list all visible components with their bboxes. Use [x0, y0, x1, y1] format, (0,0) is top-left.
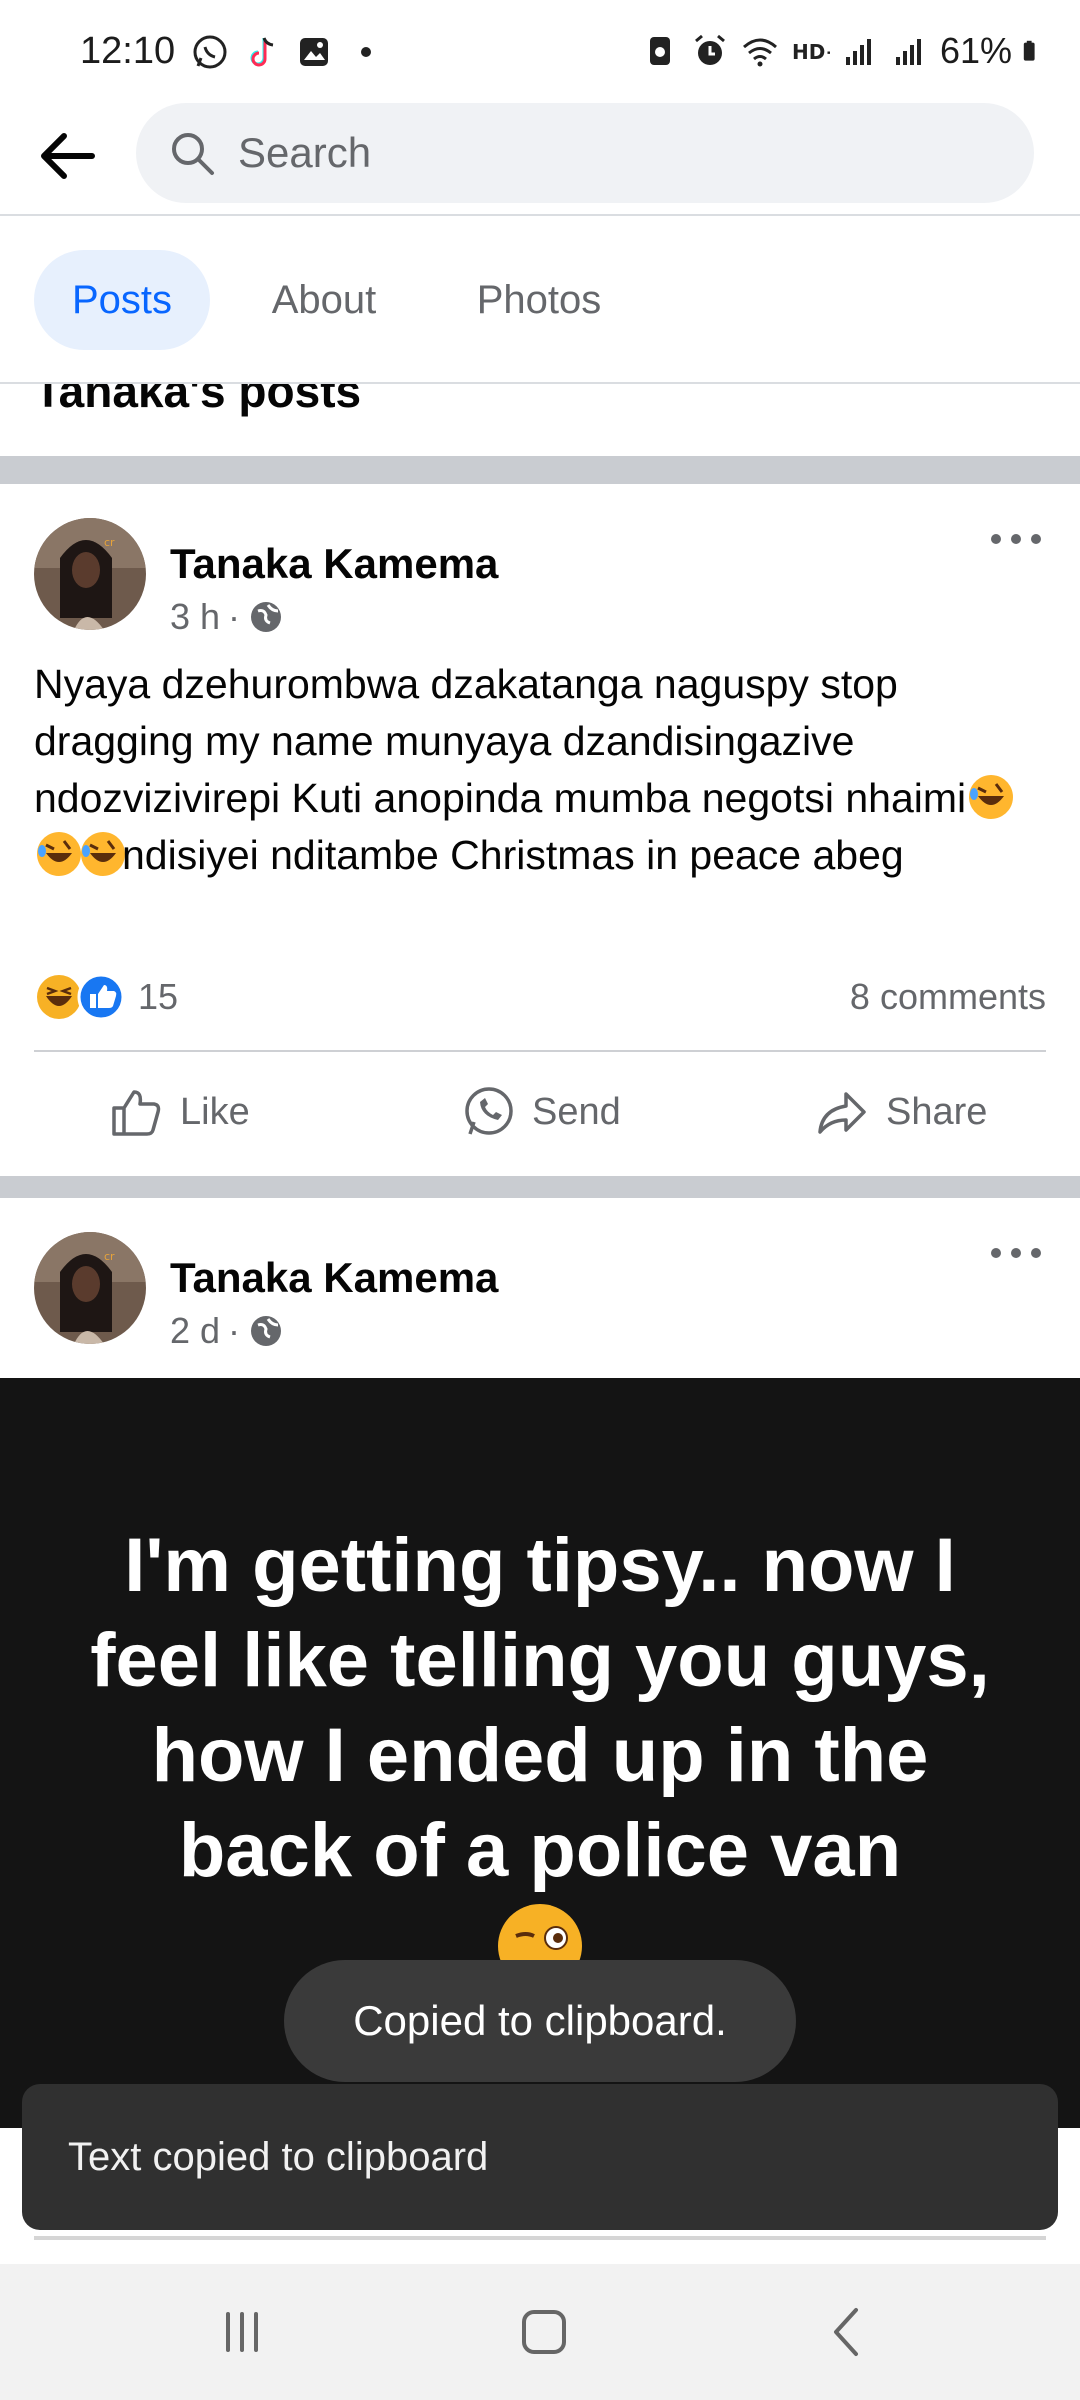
section-title-container: Tanaka's posts [0, 384, 1080, 456]
svg-text:HD+: HD+ [792, 40, 830, 64]
avatar-image: cr [34, 518, 146, 630]
svg-text:cr: cr [104, 536, 115, 549]
avatar[interactable]: cr [34, 518, 146, 630]
search-header: Search [0, 100, 1080, 216]
image-post-text: I'm getting tipsy.. now I feel like tell… [90, 1523, 990, 1893]
tab-about[interactable]: About [252, 250, 396, 350]
more-options-icon[interactable] [986, 1238, 1046, 1268]
post-author[interactable]: Tanaka Kamema [170, 540, 498, 588]
signal-2-icon [895, 39, 921, 65]
home-icon[interactable] [514, 2302, 574, 2362]
battery-percent: 61% [939, 30, 1012, 71]
post-time: 3 h [170, 596, 221, 637]
like-reaction-icon [77, 973, 125, 1021]
post-time: 2 d [170, 1310, 221, 1351]
tab-posts[interactable]: Posts [34, 250, 210, 350]
thumbs-up-icon [112, 1090, 161, 1136]
recent-apps-icon[interactable] [212, 2302, 272, 2362]
post-author[interactable]: Tanaka Kamema [170, 1254, 498, 1302]
feed-divider [0, 1176, 1080, 1198]
wifi-icon [742, 38, 777, 67]
share-label: Share [886, 1090, 988, 1133]
svg-text:cr: cr [104, 1250, 115, 1263]
whatsapp-icon [193, 35, 227, 69]
battery-saver-icon [649, 37, 670, 65]
send-label: Send [532, 1090, 621, 1133]
post-card: cr Tanaka Kamema 3 h · Nyaya dzehurombwa… [0, 484, 1080, 1176]
rofl-emoji-icon [81, 832, 125, 876]
like-label: Like [180, 1090, 250, 1133]
globe-icon [251, 602, 282, 632]
search-icon [172, 133, 214, 175]
hd-volte-icon: HD+ [792, 40, 830, 64]
post-meta: 2 d · [170, 1310, 284, 1352]
back-arrow-icon[interactable] [34, 122, 102, 190]
system-nav-bar [0, 2264, 1080, 2400]
status-time: 12:10 [80, 30, 176, 72]
rofl-emoji-icon [969, 775, 1014, 819]
search-input[interactable]: Search [136, 103, 1034, 203]
signal-icon [845, 39, 871, 65]
alarm-icon [694, 34, 725, 65]
dot-icon [361, 47, 371, 57]
share-arrow-icon [818, 1092, 866, 1134]
reaction-summary[interactable]: 15 [34, 972, 178, 1022]
snackbar-text: Text copied to clipboard [68, 2134, 489, 2179]
tab-photos[interactable]: Photos [454, 250, 624, 350]
divider [34, 1050, 1046, 1052]
divider [34, 2236, 1046, 2240]
post-text-part1: Nyaya dzehurombwa dzakatanga naguspy sto… [34, 661, 967, 821]
comments-count[interactable]: 8 comments [850, 976, 1046, 1018]
copied-toast: Copied to clipboard. [284, 1960, 796, 2082]
battery-icon [1023, 40, 1035, 61]
section-title: Tanaka's posts [34, 384, 362, 417]
snackbar: Text copied to clipboard [22, 2084, 1058, 2230]
system-status-icons: HD+ 61% [640, 30, 1046, 72]
profile-tabs: Posts About Photos [0, 218, 1080, 384]
notification-icons [190, 32, 386, 72]
rofl-emoji-icon [37, 832, 81, 876]
gallery-icon [300, 38, 328, 66]
globe-icon [251, 1316, 282, 1346]
back-nav-icon[interactable] [818, 2302, 878, 2362]
whatsapp-send-icon [465, 1087, 513, 1135]
post-text-part2: ndisiyei nditambe Christmas in peace abe… [122, 832, 904, 878]
status-bar: 12:10 HD+ 61% [0, 0, 1080, 100]
like-button[interactable]: Like [108, 1084, 250, 1140]
post-card: cr Tanaka Kamema 2 d · [0, 1198, 1080, 1378]
tiktok-icon [250, 37, 274, 67]
post-text[interactable]: Nyaya dzehurombwa dzakatanga naguspy sto… [34, 656, 1044, 884]
more-options-icon[interactable] [986, 524, 1046, 554]
reaction-count: 15 [138, 976, 179, 1017]
avatar-image: cr [34, 1232, 146, 1344]
search-placeholder: Search [238, 129, 372, 176]
meta-separator: · [228, 1310, 241, 1351]
send-button[interactable]: Send [460, 1084, 621, 1140]
share-button[interactable]: Share [814, 1084, 987, 1140]
post-meta: 3 h · [170, 596, 284, 638]
avatar[interactable]: cr [34, 1232, 146, 1344]
meta-separator: · [228, 596, 241, 637]
feed-divider [0, 456, 1080, 484]
